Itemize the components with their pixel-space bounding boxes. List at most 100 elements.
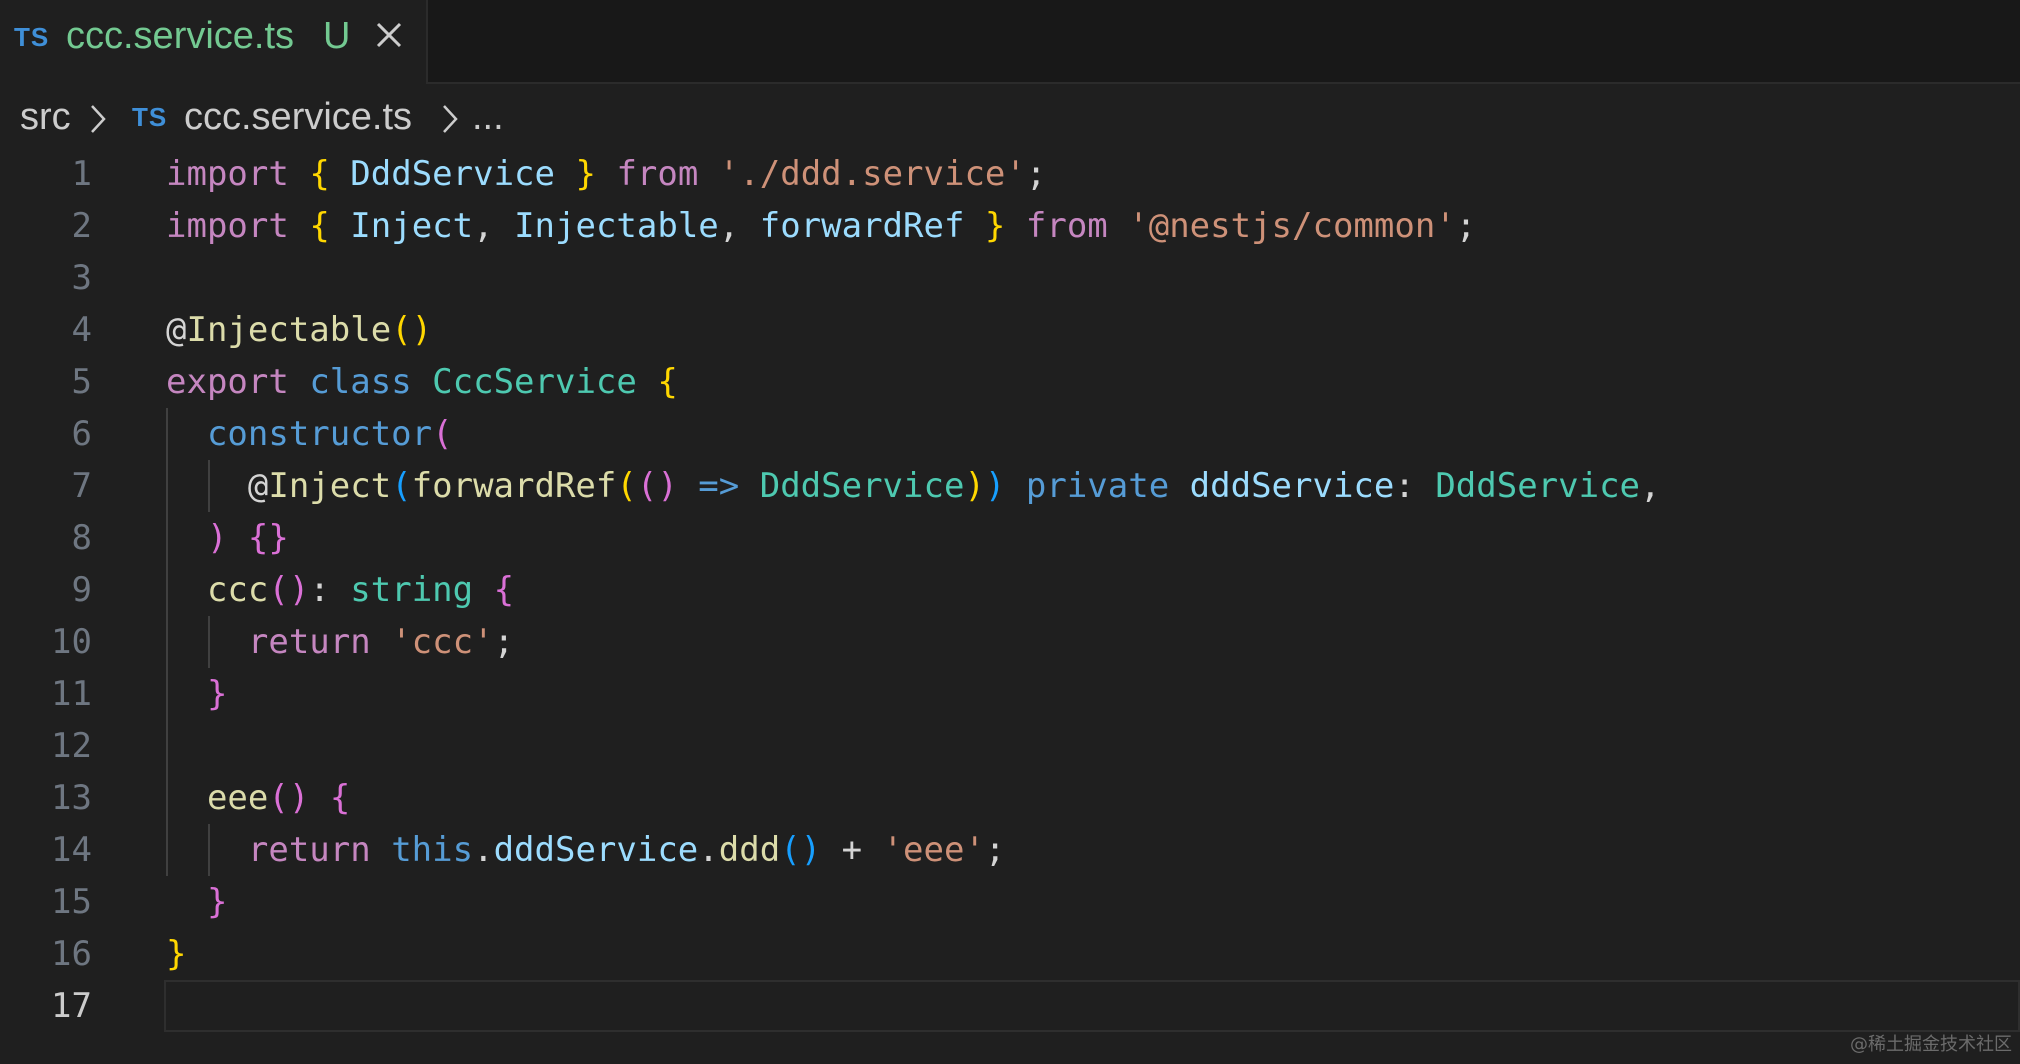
line-number: 3 xyxy=(71,258,92,298)
chevron-right-icon xyxy=(91,105,106,133)
untracked-status-badge: U xyxy=(323,15,351,57)
code-line[interactable]: } xyxy=(166,668,227,720)
breadcrumb-folder-src[interactable]: src xyxy=(20,96,71,139)
code-token: . xyxy=(698,830,719,870)
code-token: import xyxy=(166,206,289,246)
code-token: '@nestjs/common' xyxy=(1128,206,1456,246)
code-token: { xyxy=(657,362,678,402)
code-line[interactable]: eee() { xyxy=(166,772,350,824)
line-number: 13 xyxy=(51,778,92,818)
code-line[interactable]: @Injectable() xyxy=(166,304,432,356)
code-token: eee xyxy=(206,778,269,818)
watermark: @稀土掘金技术社区 xyxy=(1850,1034,2012,1055)
code-token: ; xyxy=(1455,206,1477,246)
code-token: ; xyxy=(984,830,1006,870)
breadcrumb-file[interactable]: ccc.service.ts xyxy=(184,96,412,139)
code-token: { xyxy=(493,570,515,610)
code-token: DddService xyxy=(759,466,965,506)
code-token: + xyxy=(821,830,883,870)
code-token: DddService xyxy=(350,154,555,194)
code-line[interactable]: constructor( xyxy=(166,408,453,460)
code-line[interactable]: @Inject(forwardRef(() => DddService)) pr… xyxy=(166,460,1661,512)
code-token: } xyxy=(575,154,596,194)
code-line[interactable]: return 'ccc'; xyxy=(166,616,514,668)
line-number: 15 xyxy=(51,882,92,922)
code-token: : xyxy=(309,570,351,610)
code-line[interactable]: export class CccService { xyxy=(166,356,678,408)
code-line[interactable]: ccc(): string { xyxy=(166,564,514,616)
code-token: () xyxy=(636,466,678,506)
code-token: ) xyxy=(206,518,228,558)
code-token: } xyxy=(984,206,1006,246)
code-token: , xyxy=(1640,466,1661,506)
code-token: CccService xyxy=(432,362,637,402)
code-token: dddService xyxy=(493,830,699,870)
code-token: this xyxy=(391,830,474,870)
code-token: { xyxy=(329,778,351,818)
code-line[interactable]: } xyxy=(166,928,186,980)
code-token: ; xyxy=(1025,154,1047,194)
code-token: Inject xyxy=(268,466,392,506)
code-token: . xyxy=(473,830,494,870)
code-token: ( xyxy=(432,414,453,454)
line-number: 2 xyxy=(71,206,92,246)
typescript-file-icon: TS xyxy=(132,102,168,132)
code-token: => xyxy=(698,466,740,506)
tab-title: ccc.service.ts xyxy=(66,15,295,57)
code-token: ) xyxy=(964,466,985,506)
line-number: 11 xyxy=(51,674,92,714)
code-token: ccc xyxy=(206,570,269,610)
line-number: 5 xyxy=(71,362,92,402)
code-line[interactable]: import { DddService } from './ddd.servic… xyxy=(166,148,1046,200)
code-token: Injectable xyxy=(514,206,719,246)
code-line[interactable]: return this.dddService.ddd() + 'eee'; xyxy=(166,824,1006,876)
code-line[interactable]: } xyxy=(166,876,227,928)
line-number: 9 xyxy=(71,570,92,610)
code-token: forwardRef xyxy=(411,466,617,506)
breadcrumb: src TS ccc.service.ts ... xyxy=(20,96,504,142)
code-token: @ xyxy=(166,466,269,506)
code-line[interactable]: import { Inject, Injectable, forwardRef … xyxy=(166,200,1476,252)
code-token: export xyxy=(166,362,289,402)
code-line[interactable]: ) {} xyxy=(166,512,289,564)
code-token: () xyxy=(268,778,310,818)
code-token: { xyxy=(309,154,330,194)
code-token: Injectable xyxy=(186,310,392,350)
code-token: : xyxy=(1394,466,1436,506)
code-token: () xyxy=(268,570,310,610)
line-number: 16 xyxy=(51,934,92,974)
code-token: 'eee' xyxy=(882,830,985,870)
code-token: return xyxy=(247,622,371,662)
code-editor[interactable]: 1 2 3 4 5 6 7 8 9 10 11 12 13 14 15 16 17 import { DddSe… xyxy=(0,148,2020,1034)
code-token: , xyxy=(473,206,515,246)
code-token: , xyxy=(718,206,760,246)
code-token: {} xyxy=(247,518,289,558)
editor-tab-ccc-service[interactable]: TS ccc.service.ts U xyxy=(0,0,428,84)
close-icon[interactable] xyxy=(372,18,406,52)
code-token: } xyxy=(206,674,228,714)
breadcrumb-symbol-more[interactable]: ... xyxy=(472,96,504,139)
line-number: 12 xyxy=(51,726,92,766)
code-token: ( xyxy=(391,466,412,506)
code-token: 'ccc' xyxy=(391,622,494,662)
code-token: { xyxy=(309,206,330,246)
code-token: class xyxy=(309,362,412,402)
